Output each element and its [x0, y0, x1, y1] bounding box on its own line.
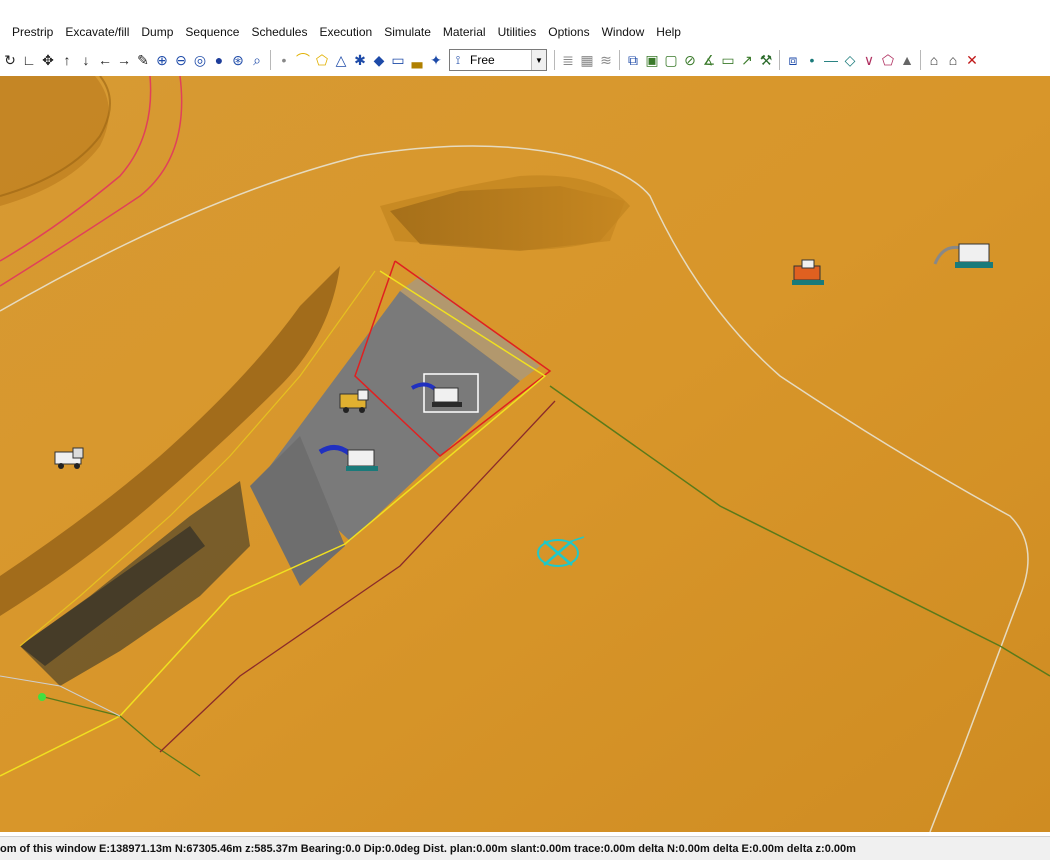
- rhombus-icon[interactable]: ◇: [842, 50, 858, 70]
- zoom-in-icon[interactable]: ⊕: [154, 50, 170, 70]
- menu-simulate[interactable]: Simulate: [378, 25, 437, 39]
- sphere-icon[interactable]: ●: [211, 50, 227, 70]
- axes-icon[interactable]: ∟: [21, 50, 37, 70]
- grid-points-icon[interactable]: ✱: [352, 50, 368, 70]
- toolbar-separator: [619, 50, 620, 70]
- menu-prestrip[interactable]: Prestrip: [0, 25, 59, 39]
- menu-bar: Prestrip Excavate/fill Dump Sequence Schedul…: [0, 22, 1050, 42]
- close-icon[interactable]: ✕: [964, 50, 980, 70]
- status-bar: om of this window E:138971.13m N:67305.4…: [0, 836, 1050, 860]
- menu-execution[interactable]: Execution: [313, 25, 378, 39]
- toolbar-separator: [779, 50, 780, 70]
- zoom-out-icon[interactable]: ⊖: [173, 50, 189, 70]
- window-icon[interactable]: ▭: [720, 50, 736, 70]
- toolbar-separator: [554, 50, 555, 70]
- mine-scene[interactable]: [0, 76, 1050, 832]
- box-icon[interactable]: ▢: [663, 50, 679, 70]
- arrow-left-icon[interactable]: ←: [97, 50, 113, 70]
- menu-help[interactable]: Help: [650, 25, 687, 39]
- diamond-icon[interactable]: ◆: [371, 50, 387, 70]
- view-mode-select[interactable]: ⟟ Free ▼: [449, 49, 547, 71]
- arrow-right-icon[interactable]: →: [116, 50, 132, 70]
- menu-dump[interactable]: Dump: [135, 25, 179, 39]
- polyline-icon[interactable]: ⌒: [295, 50, 311, 70]
- arrow-down-icon[interactable]: ↓: [78, 50, 94, 70]
- menu-sequence[interactable]: Sequence: [179, 25, 245, 39]
- layers-icon[interactable]: ≣: [560, 50, 576, 70]
- polygon-icon[interactable]: ⬠: [314, 50, 330, 70]
- triangle-icon[interactable]: △: [333, 50, 349, 70]
- point-icon[interactable]: •: [276, 50, 292, 70]
- mound-icon[interactable]: ▲: [899, 50, 915, 70]
- pointer-icon[interactable]: ↗: [739, 50, 755, 70]
- walker-icon: ⟟: [455, 52, 461, 67]
- zoom-extent-icon[interactable]: ◎: [192, 50, 208, 70]
- menu-excavate-fill[interactable]: Excavate/fill: [59, 25, 135, 39]
- arrow-up-icon[interactable]: ↑: [59, 50, 75, 70]
- toolbar: ↻ ∟ ✥ ↑ ↓ ← → ✎ ⊕ ⊖ ◎ ● ⊛ ⌕ • ⌒ ⬠ △ ✱ ◆ ▭ ▃ ✦ ⟟ Free ▼ ≣ ▦ ≋ ⧉ ▣ ▢ ⊘ ∡ ▭ ↗ ⚒…: [0, 45, 1050, 75]
- 3d-viewport[interactable]: [0, 76, 1050, 832]
- menu-schedules[interactable]: Schedules: [245, 25, 313, 39]
- toolbar-separator: [920, 50, 921, 70]
- pencil-icon[interactable]: ✎: [135, 50, 151, 70]
- pick-icon[interactable]: ⧈: [785, 50, 801, 70]
- excavator-icon[interactable]: ⚒: [758, 50, 774, 70]
- line-icon[interactable]: —: [823, 50, 839, 70]
- status-text: om of this window E:138971.13m N:67305.4…: [0, 842, 856, 855]
- layers-edit-icon[interactable]: ≋: [598, 50, 614, 70]
- toolbar-separator: [270, 50, 271, 70]
- home-icon[interactable]: ⌂: [926, 50, 942, 70]
- chevron-down-icon[interactable]: ▼: [531, 50, 546, 70]
- pentagon-icon[interactable]: ⬠: [880, 50, 896, 70]
- layers-view-icon[interactable]: ▦: [579, 50, 595, 70]
- menu-options[interactable]: Options: [542, 25, 595, 39]
- vee-icon[interactable]: ∨: [861, 50, 877, 70]
- chart-icon[interactable]: ▃: [409, 50, 425, 70]
- rectangle-icon[interactable]: ▭: [390, 50, 406, 70]
- dot-icon[interactable]: •: [804, 50, 820, 70]
- menu-material[interactable]: Material: [437, 25, 492, 39]
- move-icon[interactable]: ✥: [40, 50, 56, 70]
- target-icon[interactable]: ⊛: [230, 50, 246, 70]
- home-set-icon[interactable]: ⌂: [945, 50, 961, 70]
- select-object-icon[interactable]: ⧉: [625, 50, 641, 70]
- direction-icon[interactable]: ✦: [428, 50, 444, 70]
- view-mode-value: Free: [470, 53, 495, 67]
- menu-window[interactable]: Window: [596, 25, 651, 39]
- rotate-icon[interactable]: ↻: [2, 50, 18, 70]
- green-point-marker: [38, 693, 46, 701]
- frame-icon[interactable]: ▣: [644, 50, 660, 70]
- zoom-window-icon[interactable]: ⌕: [249, 50, 265, 70]
- menu-utilities[interactable]: Utilities: [492, 25, 543, 39]
- link-icon[interactable]: ⊘: [682, 50, 698, 70]
- angle-icon[interactable]: ∡: [701, 50, 717, 70]
